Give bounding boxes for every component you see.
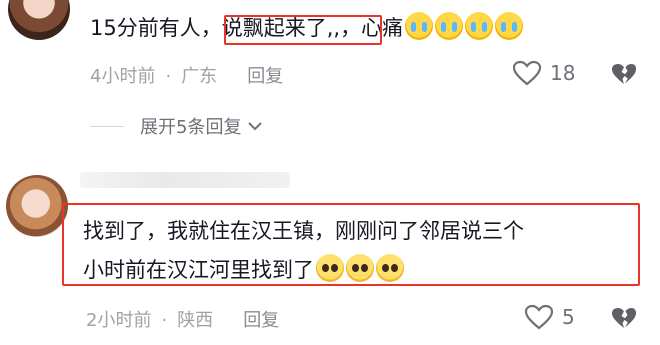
heart-outline-icon <box>524 304 554 330</box>
comment-1-like-button[interactable]: 18 <box>512 60 575 86</box>
meta-separator: · <box>161 310 168 331</box>
comment-1-reply-button[interactable]: 回复 <box>247 66 283 87</box>
crying-emoji-icon <box>465 12 494 40</box>
comment-1-like-count: 18 <box>550 61 576 85</box>
comment-1-meta: 4小时前 · 广东 回复 <box>90 62 283 88</box>
crying-emoji-icon <box>405 12 434 40</box>
meta-separator: · <box>165 66 172 87</box>
comment-1-time: 4小时前 <box>90 66 156 87</box>
comment-2-location: 陕西 <box>177 310 214 331</box>
comment-1-dislike-button[interactable] <box>610 62 638 90</box>
expand-divider <box>90 125 124 127</box>
chevron-down-icon <box>248 122 263 131</box>
expand-replies-label: 展开5条回复 <box>140 117 242 138</box>
heart-outline-icon <box>512 60 542 86</box>
comment-2-like-button[interactable]: 5 <box>524 304 575 330</box>
crying-emoji-icon <box>495 12 524 40</box>
comment-2-meta: 2小时前 · 陕西 回复 <box>86 306 279 332</box>
broken-heart-icon <box>612 64 636 84</box>
highlight-box-1 <box>224 15 382 45</box>
comment-1-location: 广东 <box>181 66 218 87</box>
avatar-comment-2[interactable] <box>6 175 68 237</box>
username-redacted <box>80 172 290 188</box>
comment-2-time: 2小时前 <box>86 310 152 331</box>
comment-2-reply-button[interactable]: 回复 <box>243 310 279 331</box>
comment-2-dislike-button[interactable] <box>610 306 638 334</box>
avatar-comment-1[interactable] <box>8 0 70 40</box>
comment-2-like-count: 5 <box>562 305 575 329</box>
expand-replies-button[interactable]: 展开5条回复 <box>90 113 265 139</box>
highlight-box-2 <box>62 203 640 286</box>
broken-heart-icon <box>612 308 636 328</box>
crying-emoji-icon <box>435 12 464 40</box>
